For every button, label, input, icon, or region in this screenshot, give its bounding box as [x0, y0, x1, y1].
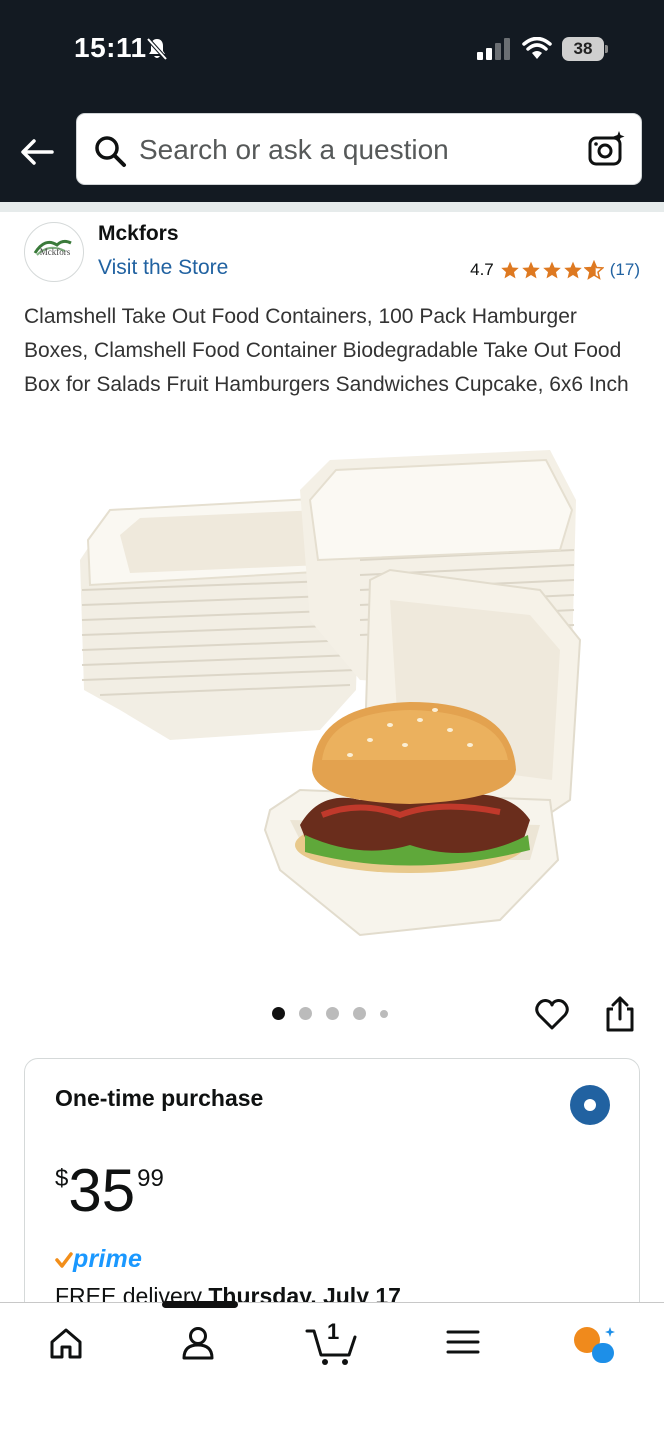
cart-count: 1 — [327, 1319, 340, 1344]
prime-check-icon — [55, 1251, 73, 1268]
carousel-dot[interactable] — [272, 1007, 285, 1020]
heart-icon[interactable] — [534, 996, 570, 1032]
wifi-icon — [522, 37, 552, 59]
product-title: Clamshell Take Out Food Containers, 100 … — [24, 305, 629, 396]
prime-label: prime — [73, 1245, 143, 1273]
star-half-icon — [583, 260, 604, 280]
star-icon — [564, 261, 582, 279]
carousel-dot[interactable] — [380, 1009, 388, 1018]
product-image[interactable] — [60, 440, 604, 960]
radio-selected-dot — [584, 1099, 596, 1111]
carousel-dot[interactable] — [326, 1007, 339, 1020]
rating-value: 4.7 — [470, 260, 494, 279]
battery-tip — [605, 45, 608, 53]
star-rating — [500, 260, 604, 280]
home-icon[interactable] — [48, 1325, 84, 1361]
star-icon — [543, 261, 561, 279]
bell-slash-icon — [146, 37, 168, 61]
search-bar[interactable] — [76, 113, 642, 185]
battery-indicator: 38 — [562, 37, 608, 61]
carousel-dot[interactable] — [353, 1007, 366, 1020]
price-fraction: 99 — [137, 1165, 164, 1192]
rating-summary[interactable]: 4.7 (17) — [470, 260, 640, 280]
brand-logo-text: Mckfors — [39, 247, 71, 257]
buy-box: One-time purchase $ 35 99 prime FREE del… — [24, 1058, 640, 1338]
brand-logo[interactable]: Mckfors — [24, 222, 84, 282]
rating-count[interactable]: (17) — [610, 260, 640, 280]
price-whole: 35 — [68, 1157, 136, 1224]
search-input[interactable] — [139, 128, 569, 172]
visit-store-link[interactable]: Visit the Store — [98, 256, 228, 280]
image-carousel-dots[interactable] — [272, 1007, 388, 1020]
search-icon — [95, 136, 126, 167]
carousel-dot[interactable] — [299, 1007, 312, 1020]
star-icon — [522, 261, 540, 279]
header-separator — [0, 202, 664, 212]
share-icon[interactable] — [603, 995, 637, 1033]
prime-badge: prime — [55, 1245, 142, 1274]
rufus-assistant-icon[interactable] — [572, 1325, 618, 1365]
price-symbol: $ — [55, 1165, 69, 1192]
bottom-nav: 1 — [0, 1302, 664, 1440]
account-icon[interactable] — [180, 1325, 216, 1361]
top-header: 15:11 38 — [0, 0, 664, 202]
back-arrow-icon[interactable] — [18, 132, 58, 172]
signal-icon — [477, 38, 510, 60]
one-time-purchase-label[interactable]: One-time purchase — [55, 1085, 263, 1112]
home-indicator — [162, 1301, 238, 1308]
one-time-purchase-radio[interactable] — [570, 1085, 610, 1125]
menu-icon[interactable] — [446, 1325, 480, 1359]
brand-name: Mckfors — [98, 222, 179, 245]
status-time: 15:11 — [74, 32, 147, 63]
camera-search-icon[interactable] — [587, 130, 627, 170]
star-icon — [501, 261, 519, 279]
price: $ 35 99 — [55, 1159, 164, 1223]
cart-button[interactable]: 1 — [305, 1319, 359, 1367]
battery-level: 38 — [562, 37, 604, 61]
